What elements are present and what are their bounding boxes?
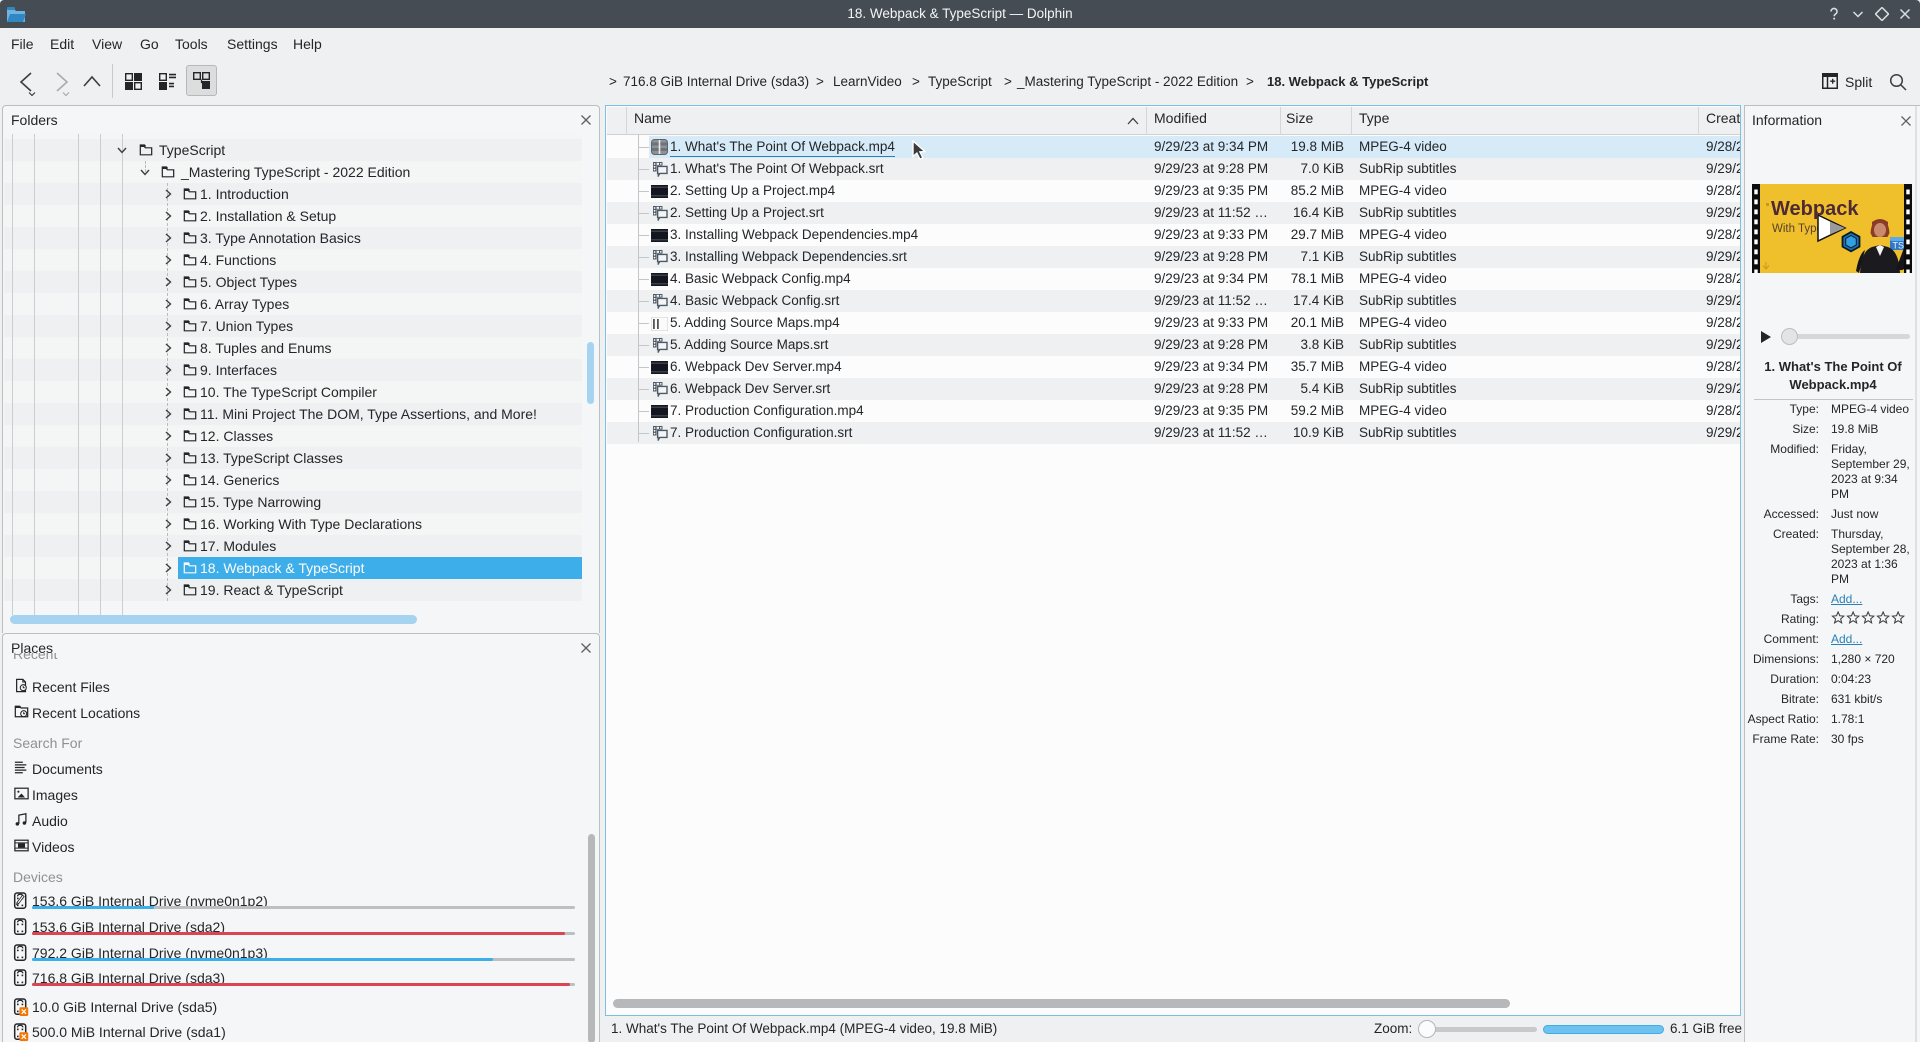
svg-text:TS: TS	[1893, 241, 1905, 251]
svg-text:Webpack: Webpack	[1771, 198, 1859, 220]
